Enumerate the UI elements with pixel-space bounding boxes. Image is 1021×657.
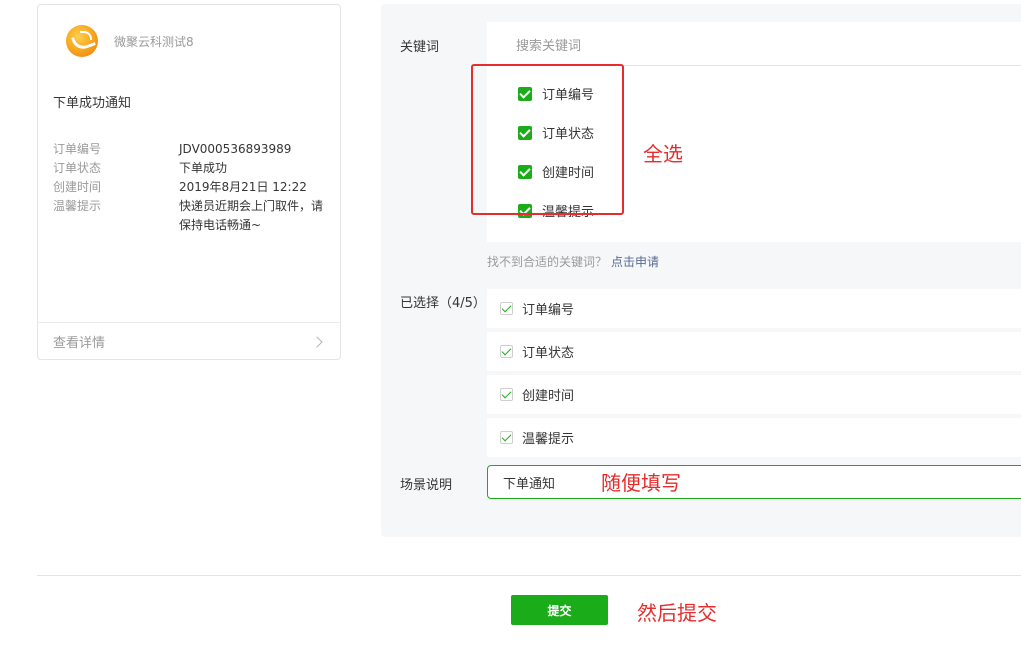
apply-keyword-link[interactable]: 点击申请 [611,255,659,269]
preview-field-row: 订单状态 下单成功 [53,159,333,178]
checkbox-checked-icon[interactable] [500,345,513,358]
field-key: 订单状态 [53,161,102,175]
keyword-search [487,22,1021,66]
annotation-fill-any: 随便填写 [601,471,681,495]
template-title: 下单成功通知 [53,96,132,111]
keyword-label: 关键词 [400,40,440,55]
checkbox-checked-icon[interactable] [500,431,513,444]
selected-keyword-label: 温馨提示 [522,432,575,447]
scene-description-input[interactable] [488,466,1021,498]
annotation-select-all: 全选 [643,142,683,166]
preview-field-row: 创建时间 2019年8月21日 12:22 [53,178,333,197]
preview-field-row: 订单编号 JDV000536893989 [53,140,333,159]
keyword-hint: 找不到合适的关键词？ 点击申请 [487,253,659,270]
field-value: 快递员近期会上门取件，请保持电话畅通~ [179,199,324,232]
field-value: JDV000536893989 [179,142,292,156]
keyword-hint-text: 找不到合适的关键词？ [487,255,608,269]
selected-keyword-label: 创建时间 [522,389,575,404]
preview-field-row: 温馨提示 快递员近期会上门取件，请保持电话畅通~ [53,197,333,235]
keyword-search-input[interactable] [487,22,1021,66]
account-logo-icon [66,25,98,57]
view-details-link[interactable]: 查看详情 [38,322,340,360]
selected-keyword-label: 订单编号 [522,303,575,318]
view-details-label: 查看详情 [53,336,106,351]
field-value: 2019年8月21日 12:22 [179,180,307,194]
selected-keyword-row[interactable]: 创建时间 [487,375,1021,414]
scene-label: 场景说明 [400,478,453,493]
selected-keyword-row[interactable]: 温馨提示 [487,418,1021,457]
checkbox-checked-icon[interactable] [500,302,513,315]
submit-button[interactable]: 提交 [511,595,608,625]
selected-label: 已选择（4/5） [400,296,486,311]
preview-header: 微聚云科测试8 [66,25,194,57]
checkbox-checked-icon[interactable] [500,388,513,401]
chevron-right-icon [311,335,323,348]
template-preview-card: 微聚云科测试8 下单成功通知 订单编号 JDV000536893989 订单状态… [37,4,341,360]
template-form-panel: 关键词 订单编号 订单状态 创建时间 温馨提示 全选 找 [381,4,1021,537]
field-key: 温馨提示 [53,199,102,213]
preview-fields: 订单编号 JDV000536893989 订单状态 下单成功 创建时间 2019… [53,140,333,235]
annotation-then-submit: 然后提交 [637,601,717,625]
annotation-highlight-box [471,64,624,215]
footer-divider [37,575,1021,576]
account-name: 微聚云科测试8 [114,34,194,49]
selected-keyword-row[interactable]: 订单状态 [487,332,1021,371]
scene-description-field [487,465,1021,499]
field-value: 下单成功 [179,161,228,175]
field-key: 创建时间 [53,180,102,194]
selected-keyword-row[interactable]: 订单编号 [487,289,1021,328]
selected-keyword-label: 订单状态 [522,346,575,361]
field-key: 订单编号 [53,142,102,156]
